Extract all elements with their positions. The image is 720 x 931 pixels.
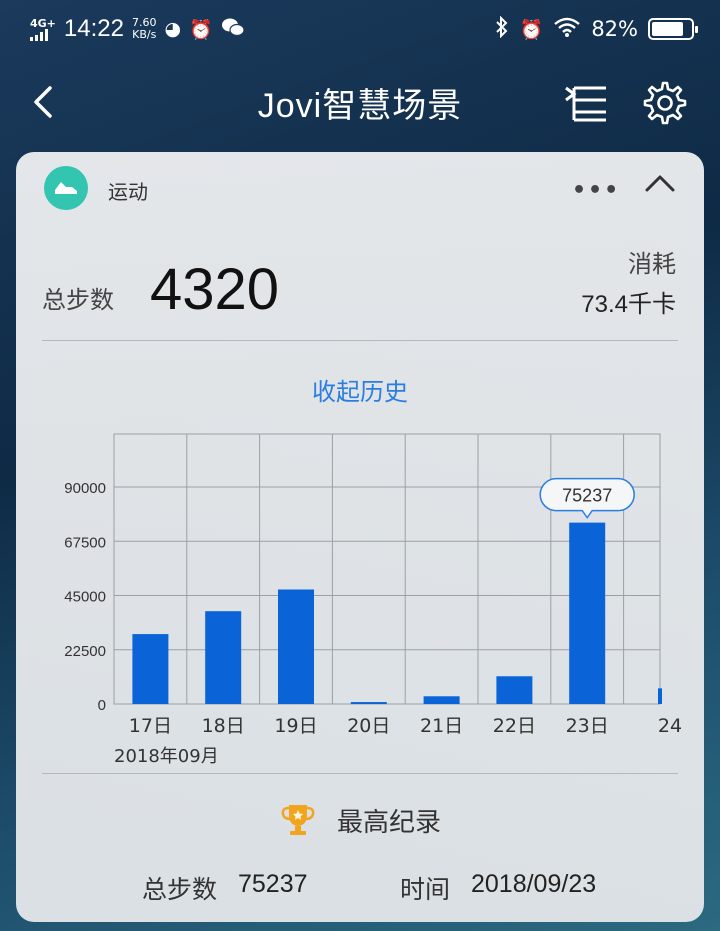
bar bbox=[132, 634, 169, 704]
y-tick-label: 0 bbox=[98, 697, 106, 714]
x-axis-month-label: 2018年09月 bbox=[114, 746, 219, 767]
wechat-icon bbox=[221, 17, 245, 42]
record-steps-label: 总步数 bbox=[142, 875, 218, 904]
sneaker-icon bbox=[44, 166, 88, 210]
signal-icon: 4G+ bbox=[30, 18, 56, 41]
x-tick-label: 22日 bbox=[493, 715, 536, 737]
trophy-icon bbox=[281, 805, 315, 835]
bar bbox=[205, 611, 242, 704]
y-tick-label: 22500 bbox=[64, 643, 106, 660]
x-tick-label: 20日 bbox=[347, 715, 390, 737]
gear-icon[interactable] bbox=[642, 80, 688, 126]
alarm-clock-icon: ⏰ bbox=[519, 18, 544, 41]
record-title: 最高纪录 bbox=[336, 807, 441, 838]
collapse-history-button[interactable]: 收起历史 bbox=[16, 372, 704, 407]
x-tick-label: 23日 bbox=[566, 715, 609, 737]
tooltip-value: 75237 bbox=[562, 486, 612, 506]
wifi-icon bbox=[553, 16, 581, 43]
card-header: 运动 ••• bbox=[16, 152, 704, 224]
chevron-up-icon[interactable] bbox=[644, 172, 676, 194]
battery-icon bbox=[648, 18, 698, 40]
y-tick-label: 45000 bbox=[64, 589, 106, 606]
bar bbox=[278, 589, 314, 704]
y-tick-label: 90000 bbox=[64, 480, 106, 497]
sport-card: 运动 ••• 总步数 4320 消耗 73.4千卡 收起历史 0 22500 450… bbox=[16, 152, 704, 922]
consumption-value: 73.4千卡 bbox=[581, 291, 676, 318]
record-time-label: 时间 bbox=[400, 875, 451, 904]
consumption-label: 消耗 bbox=[628, 250, 676, 278]
bluetooth-icon bbox=[494, 15, 510, 43]
steps-value: 4320 bbox=[150, 257, 280, 322]
x-tick-label: 17日 bbox=[129, 715, 172, 737]
more-icon[interactable]: ••• bbox=[572, 178, 620, 203]
browser-icon: ◕ bbox=[164, 18, 182, 40]
x-tick-label: 24 bbox=[658, 715, 682, 737]
x-tick-label: 18日 bbox=[202, 715, 245, 737]
card-title: 运动 bbox=[108, 180, 148, 204]
back-arrow-icon[interactable] bbox=[30, 84, 58, 120]
status-bar: 4G+ 14:22 7.60 KB/s ◕ ⏰ ⏰ 82% bbox=[0, 0, 720, 58]
bar bbox=[496, 676, 533, 704]
title-bar: Jovi智慧场景 bbox=[0, 70, 720, 134]
bar bbox=[658, 688, 662, 704]
value-tooltip: 75237 bbox=[539, 477, 635, 519]
record-header: 最高纪录 bbox=[16, 800, 704, 840]
bar bbox=[423, 696, 460, 704]
x-tick-label: 19日 bbox=[274, 715, 317, 737]
divider bbox=[42, 773, 678, 774]
x-tick-label: 21日 bbox=[420, 715, 463, 737]
speed-unit: KB/s bbox=[132, 28, 157, 41]
record-steps-value: 75237 bbox=[238, 870, 308, 898]
record-time-value: 2018/09/23 bbox=[471, 870, 597, 898]
divider bbox=[42, 340, 678, 341]
network-type: 4G+ bbox=[30, 16, 56, 30]
page-title: Jovi智慧场景 bbox=[257, 86, 463, 125]
bar bbox=[569, 522, 606, 704]
steps-label: 总步数 bbox=[42, 286, 114, 314]
network-speed: 7.60 KB/s bbox=[132, 17, 157, 41]
bar bbox=[350, 702, 387, 704]
list-icon[interactable] bbox=[564, 82, 608, 122]
steps-bar-chart: 0 22500 45000 67500 90000 17日 18日 19日 20日 21日 22日 2… bbox=[64, 433, 682, 767]
y-tick-label: 67500 bbox=[64, 534, 106, 551]
alarm-icon: ⏰ bbox=[189, 18, 213, 41]
battery-percent: 82% bbox=[591, 17, 638, 41]
clock: 14:22 bbox=[63, 15, 124, 42]
